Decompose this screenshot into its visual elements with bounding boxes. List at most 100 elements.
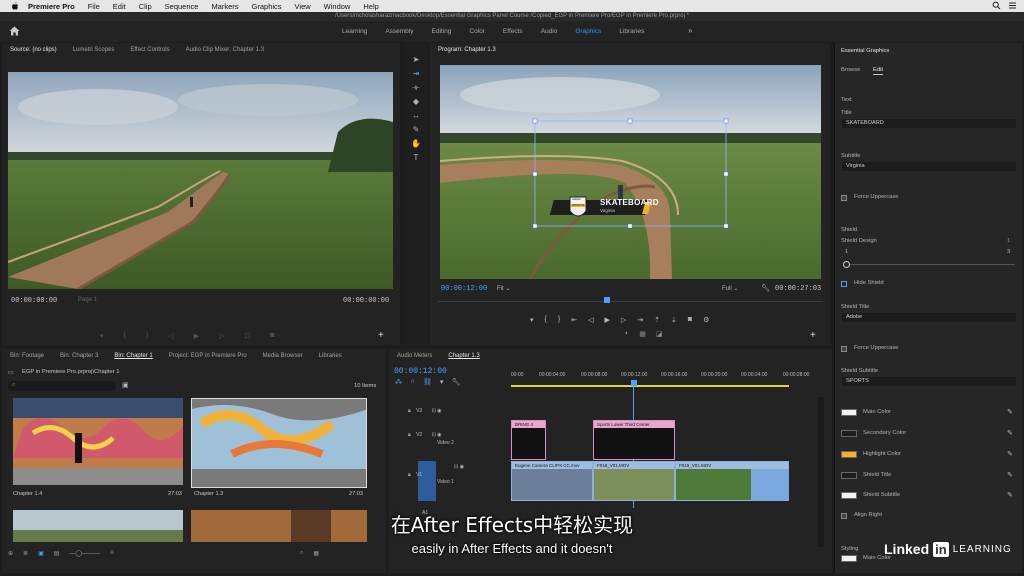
tab-audio-meters[interactable]: Audio Meters	[389, 353, 440, 359]
timeline-timecode[interactable]: 00:00:12:00	[394, 367, 447, 376]
program-scrubber[interactable]	[438, 301, 823, 302]
menu-file[interactable]: File	[88, 2, 100, 11]
track-select-tool-icon[interactable]: ⇥	[411, 69, 421, 79]
lock-icon[interactable]: 🔒︎	[408, 472, 411, 478]
step-forward-icon[interactable]: ▷	[219, 332, 224, 340]
hide-shield-checkbox[interactable]	[841, 281, 847, 287]
resolution-select[interactable]: Full ⌄	[722, 285, 738, 292]
work-area-bar[interactable]	[511, 385, 789, 387]
menu-window[interactable]: Window	[324, 2, 351, 11]
lock-icon[interactable]: 🔒︎	[408, 432, 411, 438]
marker-icon[interactable]: ▾	[100, 332, 104, 340]
menu-markers[interactable]: Markers	[211, 2, 238, 11]
shield-title-color-swatch[interactable]	[841, 472, 857, 479]
tab-bin-chapter-1[interactable]: Bin: Chapter 1	[106, 353, 160, 359]
sync-lock-icon[interactable]: ⊡	[432, 432, 436, 438]
eyedropper-icon[interactable]: ✎	[1007, 430, 1014, 437]
pen-tool-icon[interactable]: ✎	[411, 125, 421, 135]
marker-icon[interactable]: ▾	[530, 316, 534, 324]
linked-selection-icon[interactable]: ⛓︎	[423, 378, 432, 386]
shield-design-slider[interactable]	[847, 264, 1015, 265]
workspace-color[interactable]: Color	[460, 28, 494, 35]
menu-sequence[interactable]: Sequence	[165, 2, 199, 11]
lift-icon[interactable]: ⇡	[654, 316, 660, 324]
mark-out-icon[interactable]: }	[558, 316, 560, 324]
mark-in-icon[interactable]: {	[124, 332, 126, 340]
bin-thumbnail-chapter-1-4[interactable]	[13, 398, 183, 485]
styling-main-color-swatch[interactable]	[841, 555, 857, 562]
tab-lumetri-scopes[interactable]: Lumetri Scopes	[65, 47, 123, 53]
v1-source-patch[interactable]	[418, 461, 436, 501]
zoom-fit-select[interactable]: Fit ⌄	[497, 285, 510, 292]
eye-icon[interactable]: ◉	[437, 432, 441, 438]
tab-media-browser[interactable]: Media Browser	[255, 353, 311, 359]
wrench-icon[interactable]: 🔧︎	[761, 284, 770, 292]
clip-v2-b[interactable]: Sports Lower Third Center	[593, 420, 675, 460]
secondary-color-swatch[interactable]	[841, 430, 857, 437]
vr-icon[interactable]: ◐	[625, 330, 629, 338]
type-tool-icon[interactable]: T	[411, 153, 421, 163]
tab-audio-clip-mixer[interactable]: Audio Clip Mixer: Chapter 1.3	[178, 47, 272, 53]
apple-icon[interactable]	[10, 1, 20, 11]
title-field[interactable]: SKATEBOARD	[842, 119, 1016, 128]
menu-view[interactable]: View	[295, 2, 311, 11]
app-menu[interactable]: Premiere Pro	[28, 2, 75, 11]
workspace-graphics[interactable]: Graphics	[566, 28, 610, 35]
clip-v1-c-tail[interactable]	[751, 469, 789, 501]
tab-effect-controls[interactable]: Effect Controls	[122, 47, 177, 53]
menu-graphics[interactable]: Graphics	[252, 2, 282, 11]
nest-icon[interactable]: ⁂	[395, 378, 402, 386]
selection-tool-icon[interactable]: ➤	[411, 55, 421, 65]
force-uppercase-checkbox[interactable]	[841, 195, 847, 201]
insert-icon[interactable]: ⊡	[244, 332, 250, 340]
menu-help[interactable]: Help	[363, 2, 378, 11]
tab-bin-footage[interactable]: Bin: Footage	[2, 353, 52, 359]
eyedropper-icon[interactable]: ✎	[1007, 409, 1014, 416]
tab-browse[interactable]: Browse	[841, 67, 860, 73]
razor-tool-icon[interactable]: ◆	[411, 97, 421, 107]
subtitle-field[interactable]: Virginia	[842, 162, 1016, 171]
eye-icon[interactable]: ◉	[437, 408, 441, 414]
tab-bin-chapter-3[interactable]: Bin: Chapter 3	[52, 353, 106, 359]
shield-design-value[interactable]: 1	[1007, 238, 1010, 244]
workspace-editing[interactable]: Editing	[423, 28, 461, 35]
extract-icon[interactable]: ⇣	[671, 316, 677, 324]
menu-clip[interactable]: Clip	[139, 2, 152, 11]
home-icon[interactable]	[9, 26, 20, 36]
workspace-audio[interactable]: Audio	[532, 28, 567, 35]
menu-edit[interactable]: Edit	[113, 2, 126, 11]
go-to-in-icon[interactable]: ⇤	[571, 316, 577, 324]
hand-tool-icon[interactable]: ✋	[411, 139, 421, 149]
program-add-button[interactable]: +	[810, 330, 816, 341]
workspace-assembly[interactable]: Assembly	[376, 28, 422, 35]
bin-thumbnail-chapter-1-3[interactable]	[191, 398, 367, 488]
timeline-ruler[interactable]: 00:00 00:00:04:00 00:00:08:00 00:00:12:0…	[511, 372, 816, 381]
step-back-icon[interactable]: ◁	[588, 316, 593, 324]
timeline-settings-icon[interactable]: 🔧︎	[451, 378, 460, 386]
source-add-button[interactable]: +	[378, 330, 384, 341]
force-uppercase-2-checkbox[interactable]	[841, 346, 847, 352]
step-forward-icon[interactable]: ▷	[621, 316, 626, 324]
shield-subtitle-color-swatch[interactable]	[841, 492, 857, 499]
ripple-edit-tool-icon[interactable]: ⟛	[411, 83, 421, 93]
playhead-marker[interactable]	[604, 297, 610, 303]
source-video-frame[interactable]	[8, 72, 393, 289]
settings-icon[interactable]: ⚙	[703, 316, 709, 324]
tab-sequence[interactable]: Chapter 1.3	[440, 353, 487, 359]
main-color-swatch[interactable]	[841, 409, 857, 416]
tab-libraries[interactable]: Libraries	[311, 353, 350, 359]
eye-icon[interactable]: ◉	[460, 464, 464, 470]
eyedropper-icon[interactable]: ✎	[1007, 472, 1014, 479]
go-to-out-icon[interactable]: ⇥	[637, 316, 643, 324]
add-marker-icon[interactable]: ▾	[440, 378, 444, 386]
program-timecode[interactable]: 00:00:12:00	[441, 285, 487, 293]
source-timecode[interactable]: 00:00:00:00	[11, 297, 57, 305]
tab-project[interactable]: Project: EGP in Premiere Pro	[161, 353, 255, 359]
eyedropper-icon[interactable]: ✎	[1007, 451, 1014, 458]
search-icon[interactable]	[992, 1, 1002, 10]
bin-search-input[interactable]	[8, 381, 116, 391]
play-icon[interactable]: ▶	[604, 316, 609, 324]
clip-v2-a[interactable]: BRING 4	[511, 420, 546, 460]
sync-lock-icon[interactable]: ⊡	[432, 408, 436, 414]
slip-tool-icon[interactable]: ↔	[411, 111, 421, 121]
